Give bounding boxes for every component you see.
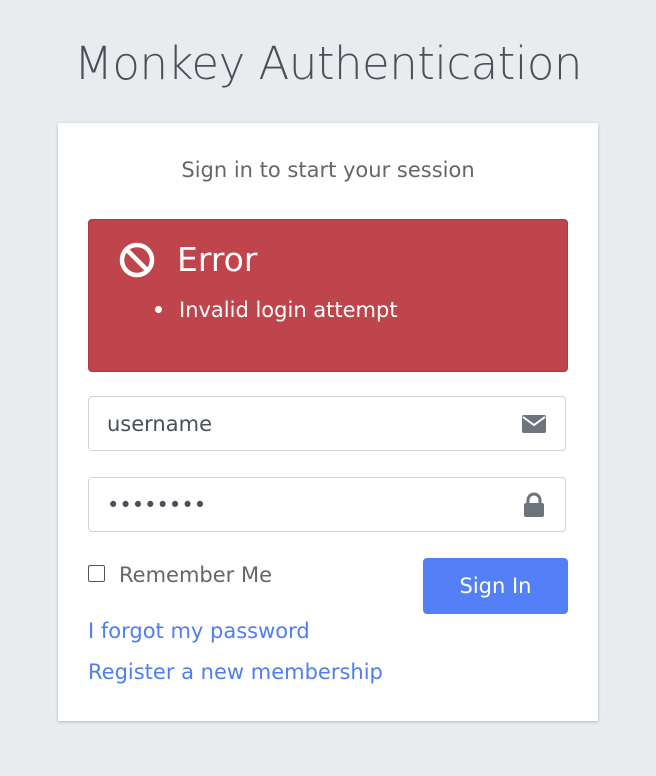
error-title: Error — [177, 240, 258, 279]
login-card: Sign in to start your session Error Inva… — [58, 123, 598, 721]
error-list: Invalid login attempt — [155, 295, 398, 325]
envelope-icon — [521, 411, 547, 437]
error-message: Invalid login attempt — [155, 295, 398, 325]
username-input[interactable] — [89, 397, 509, 450]
password-group — [88, 477, 566, 532]
username-group — [88, 396, 566, 451]
error-alert: Error Invalid login attempt — [88, 219, 568, 372]
remember-me-checkbox[interactable] — [88, 564, 105, 582]
remember-me[interactable]: Remember Me — [88, 563, 272, 587]
password-input[interactable] — [89, 478, 509, 531]
sign-in-button[interactable]: Sign In — [423, 558, 568, 614]
session-message: Sign in to start your session — [181, 158, 475, 182]
register-link[interactable]: Register a new membership — [88, 660, 383, 684]
forgot-password-link[interactable]: I forgot my password — [88, 619, 310, 643]
remember-me-label: Remember Me — [119, 563, 272, 587]
app-title: Monkey Authentication — [74, 37, 582, 90]
ban-icon — [119, 242, 155, 278]
lock-icon — [521, 492, 547, 518]
